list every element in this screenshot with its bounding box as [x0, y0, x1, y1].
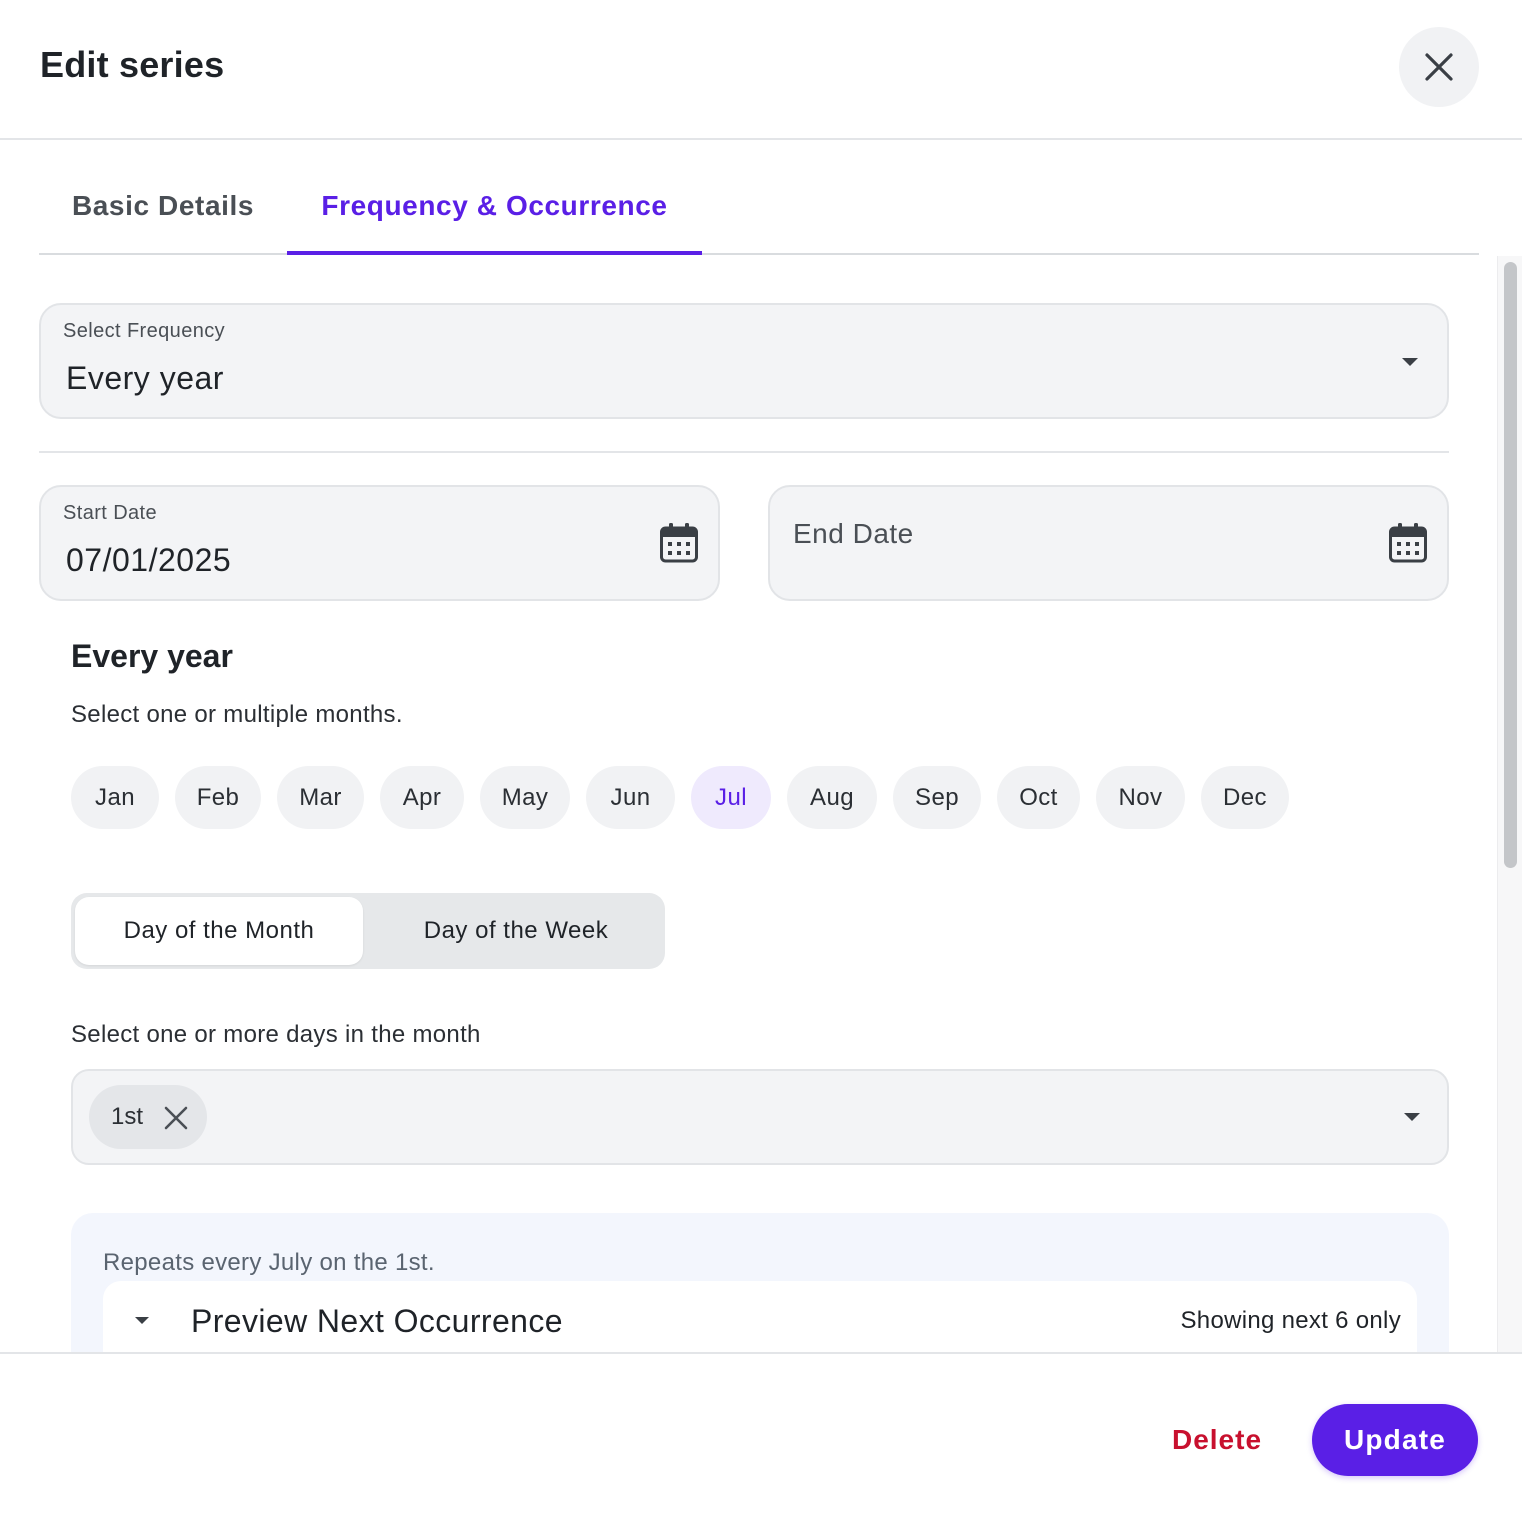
month-pill-dec[interactable]: Dec [1201, 766, 1289, 829]
tab-bar: Basic Details Frequency & Occurrence [39, 158, 1479, 255]
end-date-placeholder: End Date [793, 518, 914, 549]
calendar-icon[interactable] [1389, 523, 1427, 563]
month-pill-mar[interactable]: Mar [277, 766, 364, 829]
day-chip-label: 1st [111, 1103, 144, 1130]
day-chip: 1st [89, 1085, 207, 1149]
chevron-down-icon [1404, 1113, 1420, 1121]
dialog-header: Edit series [0, 0, 1522, 140]
month-pill-sep[interactable]: Sep [893, 766, 981, 829]
preview-note: Showing next 6 only [1180, 1307, 1401, 1334]
edit-series-dialog: Edit series Basic Details Frequency & Oc… [0, 0, 1522, 1514]
start-date-value: 07/01/2025 [66, 542, 232, 578]
start-date-field[interactable]: Start Date 07/01/2025 [39, 485, 720, 601]
summary-panel: Repeats every July on the 1st. Preview N… [71, 1213, 1449, 1352]
months-helper-text: Select one or multiple months. [71, 701, 403, 728]
frequency-label: Select Frequency [63, 320, 226, 342]
month-pill-oct[interactable]: Oct [997, 766, 1080, 829]
scrollbar-thumb[interactable] [1504, 262, 1517, 868]
day-mode-toggle: Day of the Month Day of the Week [71, 893, 665, 969]
summary-text: Repeats every July on the 1st. [103, 1249, 435, 1276]
month-pill-feb[interactable]: Feb [175, 766, 261, 829]
delete-button[interactable]: Delete [1160, 1404, 1274, 1476]
section-title: Every year [71, 638, 233, 674]
frequency-select[interactable]: Select Frequency Every year [39, 303, 1449, 419]
close-button[interactable] [1399, 27, 1479, 107]
month-pill-jun[interactable]: Jun [586, 766, 675, 829]
dialog-footer: Delete Update [0, 1352, 1522, 1514]
calendar-icon[interactable] [660, 523, 698, 563]
month-pill-aug[interactable]: Aug [787, 766, 877, 829]
chevron-down-icon[interactable] [135, 1317, 149, 1324]
days-multiselect[interactable]: 1st [71, 1069, 1449, 1165]
month-pill-apr[interactable]: Apr [380, 766, 464, 829]
section-divider [39, 451, 1449, 453]
preview-title: Preview Next Occurrence [191, 1303, 563, 1339]
start-date-label: Start Date [63, 502, 158, 524]
chevron-down-icon [1402, 358, 1418, 366]
month-pill-nov[interactable]: Nov [1096, 766, 1185, 829]
tab-basic-details[interactable]: Basic Details [39, 158, 287, 253]
days-helper-text: Select one or more days in the month [71, 1021, 481, 1048]
day-of-month-option[interactable]: Day of the Month [75, 897, 363, 965]
close-icon [1425, 53, 1453, 81]
month-pill-jul[interactable]: Jul [691, 766, 771, 829]
day-of-week-option[interactable]: Day of the Week [371, 897, 661, 965]
remove-chip-icon[interactable] [162, 1104, 190, 1132]
dialog-title: Edit series [40, 44, 225, 85]
preview-accordion[interactable]: Preview Next Occurrence Showing next 6 o… [103, 1281, 1417, 1352]
content-scroll-area[interactable]: Select Frequency Every year Start Date 0… [0, 256, 1522, 1352]
end-date-field[interactable]: End Date [768, 485, 1449, 601]
month-pill-jan[interactable]: Jan [71, 766, 159, 829]
frequency-value: Every year [66, 360, 224, 396]
month-pill-may[interactable]: May [480, 766, 570, 829]
update-button[interactable]: Update [1312, 1404, 1478, 1476]
tab-frequency-occurrence[interactable]: Frequency & Occurrence [287, 158, 702, 255]
